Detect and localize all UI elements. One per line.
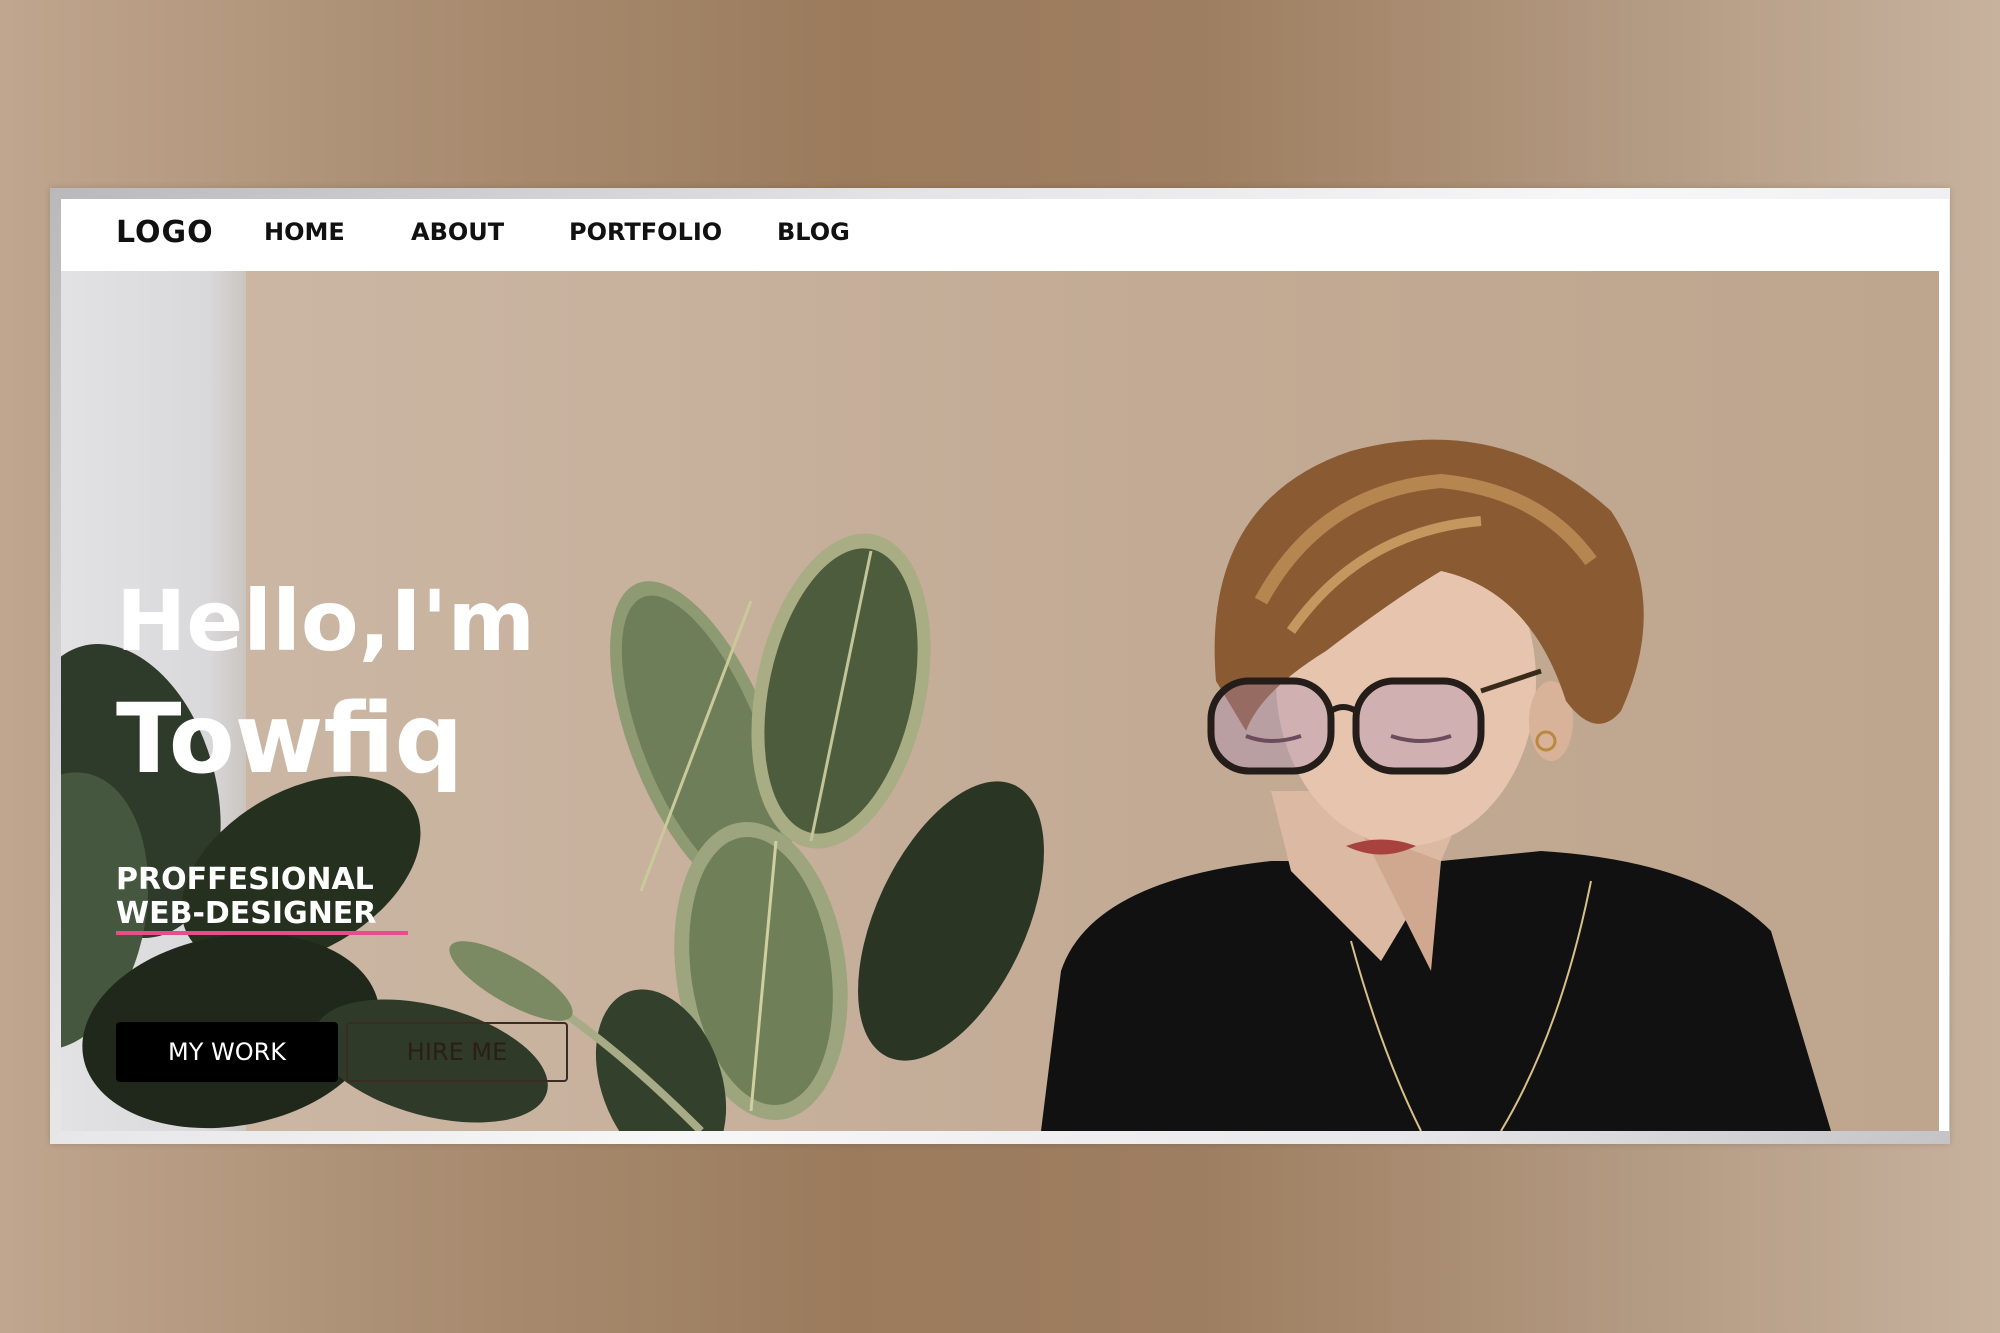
site-logo[interactable]: LOGO bbox=[116, 215, 214, 250]
my-work-button[interactable]: MY WORK bbox=[116, 1022, 338, 1082]
nav-link-home[interactable]: HOME bbox=[264, 218, 345, 246]
tagline-underline bbox=[116, 931, 408, 935]
hire-me-button[interactable]: HIRE ME bbox=[346, 1022, 568, 1082]
tagline-line-2: WEB-DESIGNER bbox=[116, 896, 377, 931]
hero-greeting: Hello,I'm bbox=[116, 572, 535, 670]
nav-link-blog[interactable]: BLOG bbox=[777, 218, 850, 246]
nav-link-portfolio[interactable]: PORTFOLIO bbox=[569, 218, 722, 246]
tagline-line-1: PROFFESIONAL bbox=[116, 862, 374, 897]
hero-name: Towfiq bbox=[116, 683, 464, 795]
hero-tagline: PROFFESIONAL WEB-DESIGNER bbox=[116, 863, 376, 931]
hero-section: Hello,I'm Towfiq PROFFESIONAL WEB-DESIGN… bbox=[61, 271, 1939, 1131]
nav-link-about[interactable]: ABOUT bbox=[411, 218, 504, 246]
website-screen: LOGO HOME ABOUT PORTFOLIO BLOG Hello,I'm… bbox=[61, 199, 1949, 1131]
navbar: LOGO HOME ABOUT PORTFOLIO BLOG bbox=[61, 199, 1949, 271]
